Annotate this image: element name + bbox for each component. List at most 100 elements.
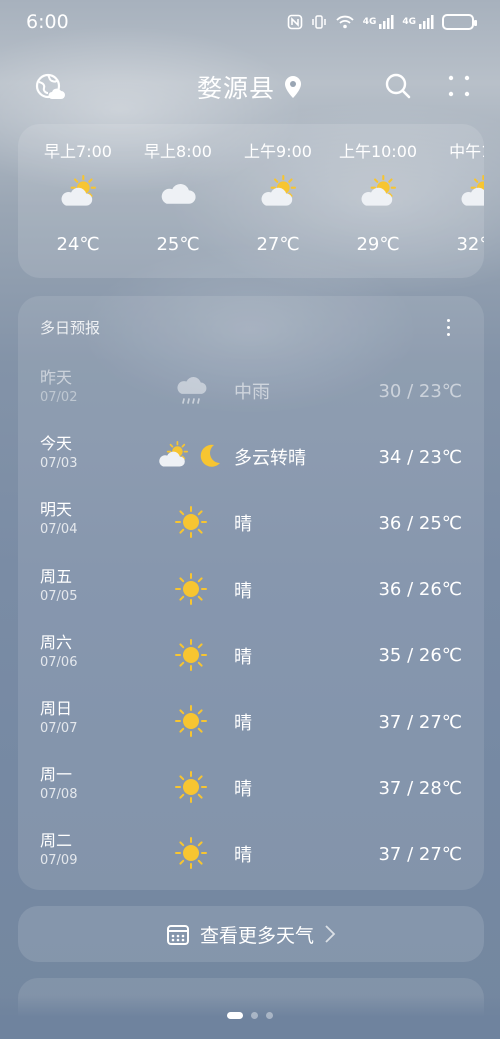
search-icon[interactable] <box>384 72 412 100</box>
globe-cloud-icon <box>35 73 65 99</box>
day-date: 07/06 <box>40 654 78 670</box>
signal-1-icon: 4G <box>363 15 395 29</box>
daily-row[interactable]: 周日 07/07 晴 37 / 27℃ <box>18 689 484 755</box>
more-weather-label: 查看更多天气 <box>199 924 314 947</box>
day-condition: 晴 <box>234 779 252 801</box>
day-name: 今天 <box>40 434 73 454</box>
city-selector[interactable]: 婺源县 <box>197 69 303 105</box>
day-date: 07/03 <box>40 456 78 472</box>
sun-icon <box>136 833 246 873</box>
day-label: 今天 07/03 <box>40 434 77 471</box>
sun-icon <box>136 767 246 807</box>
day-name: 周五 <box>40 566 73 586</box>
calendar-icon <box>166 925 189 945</box>
day-label: 周二 07/09 <box>40 831 77 868</box>
daily-row[interactable]: 今天 07/03 多云转晴 34 / 23℃ <box>18 424 484 490</box>
day-temp-range: 37 / 27℃ <box>378 843 462 865</box>
partly-cloudy-icon <box>328 168 428 218</box>
day-name: 周二 <box>40 831 73 851</box>
day-temp-range: 36 / 25℃ <box>378 512 462 534</box>
partly-cloudy-and-moon-icon <box>136 436 246 476</box>
day-condition: 晴 <box>234 845 252 867</box>
hourly-temp: 29℃ <box>356 234 400 255</box>
hourly-item: 中午11: 32℃ <box>428 124 484 255</box>
battery-icon <box>442 14 477 30</box>
day-condition: 中雨 <box>234 382 270 404</box>
hourly-temp: 24℃ <box>56 234 100 255</box>
day-condition: 晴 <box>234 713 252 735</box>
wifi-icon <box>335 14 355 30</box>
hourly-list: 早上7:00 24℃ 早上8:00 25℃ 上午9:00 27℃ 上午10:00 29℃ 中午1… <box>18 124 484 255</box>
hourly-temp: 32℃ <box>456 234 484 255</box>
daily-forecast-title: 多日预报 <box>40 318 101 337</box>
sun-icon <box>136 502 246 542</box>
daily-row[interactable]: 周二 07/09 晴 37 / 27℃ <box>18 821 484 887</box>
page-dot[interactable] <box>227 1012 243 1019</box>
daily-forecast-header: 多日预报 <box>18 296 484 358</box>
day-temp-range: 30 / 23℃ <box>378 380 462 402</box>
partly-cloudy-icon <box>228 168 328 218</box>
vibrate-icon <box>311 14 327 30</box>
hourly-item: 早上7:00 24℃ <box>28 124 128 255</box>
day-date: 07/07 <box>40 720 78 736</box>
hourly-time: 上午9:00 <box>244 142 312 161</box>
hourly-time: 中午11: <box>449 142 484 161</box>
day-temp-range: 37 / 27℃ <box>378 711 462 733</box>
network-type-2: 4G <box>402 17 416 27</box>
day-label: 明天 07/04 <box>40 500 77 537</box>
day-name: 明天 <box>40 500 73 520</box>
chevron-right-icon <box>325 925 336 943</box>
hourly-temp: 27℃ <box>256 234 300 255</box>
daily-row[interactable]: 周六 07/06 晴 35 / 26℃ <box>18 623 484 689</box>
day-date: 07/02 <box>40 390 78 405</box>
hourly-forecast-card[interactable]: 早上7:00 24℃ 早上8:00 25℃ 上午9:00 27℃ 上午10:00 29℃ 中午1… <box>18 124 484 278</box>
day-date: 07/09 <box>40 853 78 869</box>
day-date: 07/04 <box>40 522 78 538</box>
status-icons: 4G 4G <box>287 14 477 30</box>
sun-icon <box>136 701 246 741</box>
page-dot[interactable] <box>266 1012 273 1019</box>
more-options-icon[interactable] <box>446 72 472 100</box>
city-name: 婺源县 <box>196 74 275 103</box>
header: 婺源县 <box>0 60 500 114</box>
page-dot[interactable] <box>251 1012 258 1019</box>
day-date: 07/05 <box>40 588 78 604</box>
daily-list: 昨天 07/02 中雨 30 / 23℃ 今天 07/03 多云转晴 34 / 23℃ 明天 07… <box>18 358 484 888</box>
location-pin-icon <box>285 76 301 98</box>
day-condition: 晴 <box>234 514 252 536</box>
day-label: 周五 07/05 <box>40 567 77 604</box>
day-name: 周一 <box>40 765 73 785</box>
globe-weather-button[interactable] <box>34 72 66 104</box>
day-label: 周六 07/06 <box>40 633 77 670</box>
day-condition: 晴 <box>234 580 252 602</box>
more-weather-button[interactable]: 查看更多天气 <box>18 906 484 962</box>
network-type-1: 4G <box>362 17 377 27</box>
day-name: 昨天 <box>40 368 73 387</box>
rain-icon <box>136 370 246 410</box>
hourly-temp: 25℃ <box>156 234 200 255</box>
day-label: 昨天 07/02 <box>40 368 77 405</box>
hourly-time: 早上7:00 <box>44 142 112 161</box>
hourly-time: 早上8:00 <box>144 142 212 161</box>
day-date: 07/08 <box>40 787 78 803</box>
day-name: 周日 <box>40 698 73 718</box>
hourly-item: 上午10:00 29℃ <box>328 124 428 255</box>
daily-forecast-card: 多日预报 昨天 07/02 中雨 30 / 23℃ 今天 07/03 多云转晴 34 / 23… <box>18 296 484 890</box>
partly-cloudy-icon <box>428 168 484 218</box>
day-condition: 多云转晴 <box>234 448 306 470</box>
day-temp-range: 37 / 28℃ <box>378 777 462 799</box>
daily-row[interactable]: 明天 07/04 晴 36 / 25℃ <box>18 490 484 556</box>
day-temp-range: 36 / 26℃ <box>378 579 462 601</box>
header-actions <box>384 72 472 100</box>
daily-row[interactable]: 周一 07/08 晴 37 / 28℃ <box>18 755 484 821</box>
signal-2-icon: 4G <box>402 15 434 29</box>
daily-row[interactable]: 周五 07/05 晴 36 / 26℃ <box>18 557 484 623</box>
day-temp-range: 35 / 26℃ <box>378 645 462 667</box>
status-bar: 6:00 4G 4G <box>0 0 500 44</box>
daily-row[interactable]: 昨天 07/02 中雨 30 / 23℃ <box>18 358 484 424</box>
status-time: 6:00 <box>26 11 69 33</box>
sun-icon <box>136 569 246 609</box>
hourly-time: 上午10:00 <box>338 142 418 161</box>
hourly-item: 早上8:00 25℃ <box>128 124 228 255</box>
daily-more-icon[interactable] <box>438 315 458 339</box>
